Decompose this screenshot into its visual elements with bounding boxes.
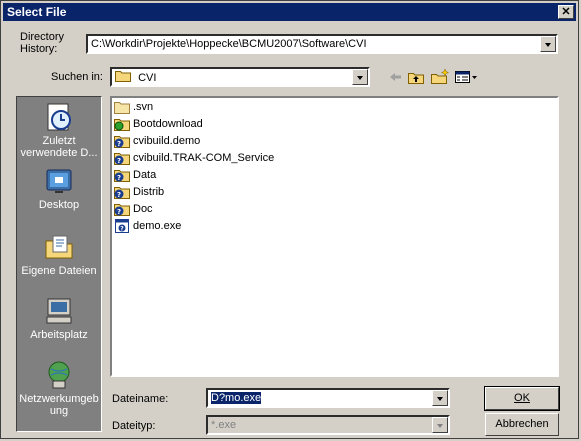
network-icon xyxy=(48,361,70,389)
filetype-value: *.exe xyxy=(211,419,237,431)
help-folder-icon: ? xyxy=(114,204,130,217)
place-my-documents[interactable]: Eigene Dateien xyxy=(17,231,101,277)
list-item[interactable]: ? Distrib xyxy=(114,184,164,200)
chevron-down-icon[interactable] xyxy=(352,69,368,85)
place-label-network: Netzwerkumgebung xyxy=(19,393,99,417)
directory-history-combo[interactable]: C:\Workdir\Projekte\Hoppecke\BCMU2007\So… xyxy=(86,34,558,54)
svg-text:?: ? xyxy=(120,226,124,233)
new-folder-icon xyxy=(431,68,450,84)
history-label-line1: Directory xyxy=(20,31,65,43)
special-folder-icon xyxy=(114,119,130,132)
desktop-icon xyxy=(46,169,72,193)
ok-button[interactable]: OK xyxy=(484,386,560,411)
file-name: .svn xyxy=(133,101,154,113)
view-menu-icon xyxy=(455,71,477,83)
place-label-my-documents: Eigene Dateien xyxy=(21,265,97,277)
lookin-label: Suchen in: xyxy=(51,71,103,83)
svg-text:?: ? xyxy=(117,191,121,199)
filename-input[interactable]: D?mo.exe xyxy=(206,388,450,408)
help-file-icon: ? xyxy=(115,219,129,234)
file-name: Doc xyxy=(133,203,153,215)
file-list[interactable]: .svn Bootdownload ? cvibuild.demo ? cvibui… xyxy=(110,96,559,377)
list-item[interactable]: .svn xyxy=(114,99,153,115)
chevron-down-icon[interactable] xyxy=(540,36,556,52)
list-item[interactable]: ? Doc xyxy=(114,201,153,217)
chevron-down-icon[interactable] xyxy=(432,390,448,406)
svg-text:?: ? xyxy=(117,208,121,216)
filename-value: D?mo.exe xyxy=(211,392,262,404)
folder-icon xyxy=(115,69,131,85)
title-bar[interactable]: Select File ✕ xyxy=(3,3,576,21)
up-one-level-button[interactable] xyxy=(405,67,427,87)
file-name: demo.exe xyxy=(133,220,182,232)
my-documents-icon xyxy=(45,235,73,259)
my-computer-icon xyxy=(46,298,72,324)
folder-icon xyxy=(114,102,130,115)
window-title: Select File xyxy=(7,5,67,19)
lookin-combo[interactable]: CVI xyxy=(110,67,370,87)
filename-label: Dateiname: xyxy=(112,393,169,405)
place-label-recent: Zuletzt verwendete D... xyxy=(20,135,98,159)
file-name: Data xyxy=(133,169,157,181)
place-label-my-computer: Arbeitsplatz xyxy=(30,329,88,341)
recent-icon xyxy=(47,103,71,131)
list-item[interactable]: ? cvibuild.TRAK-COM_Service xyxy=(114,150,274,166)
directory-history-value: C:\Workdir\Projekte\Hoppecke\BCMU2007\So… xyxy=(91,38,367,50)
cancel-button[interactable]: Abbrechen xyxy=(485,413,559,436)
new-folder-button[interactable] xyxy=(429,67,451,87)
place-recent[interactable]: Zuletzt verwendete D... xyxy=(17,101,101,159)
list-item[interactable]: ? cvibuild.demo xyxy=(114,133,200,149)
select-file-dialog: Select File ✕ Directory History: C:\Work… xyxy=(0,0,579,439)
lookin-value: CVI xyxy=(138,71,157,84)
place-desktop[interactable]: Desktop xyxy=(17,165,101,211)
place-network[interactable]: Netzwerkumgebung xyxy=(17,359,101,417)
file-name: Distrib xyxy=(133,186,165,198)
history-label-line2: History: xyxy=(20,43,58,55)
filetype-select[interactable]: *.exe xyxy=(206,415,450,435)
folder-up-icon xyxy=(408,73,424,84)
file-name: Bootdownload xyxy=(133,118,203,130)
help-folder-icon: ? xyxy=(114,136,130,149)
list-item[interactable]: ? Data xyxy=(114,167,156,183)
svg-text:?: ? xyxy=(117,157,121,165)
place-my-computer[interactable]: Arbeitsplatz xyxy=(17,295,101,341)
cancel-label: Abbrechen xyxy=(495,418,549,430)
list-item[interactable]: Bootdownload xyxy=(114,116,203,132)
svg-text:?: ? xyxy=(117,174,121,182)
help-folder-icon: ? xyxy=(114,187,130,200)
close-icon: ✕ xyxy=(561,6,571,18)
view-menu-button[interactable] xyxy=(453,67,479,87)
file-name: cvibuild.TRAK-COM_Service xyxy=(133,152,275,164)
help-folder-icon: ? xyxy=(114,153,130,166)
ok-label: OK xyxy=(514,392,530,404)
help-folder-icon: ? xyxy=(114,170,130,183)
places-bar: Zuletzt verwendete D... Desktop Eigene D… xyxy=(16,96,102,432)
place-label-desktop: Desktop xyxy=(38,199,80,211)
close-button[interactable]: ✕ xyxy=(558,5,574,19)
back-button[interactable] xyxy=(384,67,406,87)
filetype-label: Dateityp: xyxy=(112,420,156,432)
back-arrow-icon xyxy=(390,73,401,81)
list-item[interactable]: ? demo.exe xyxy=(114,218,181,234)
svg-text:?: ? xyxy=(117,140,121,148)
chevron-down-icon[interactable] xyxy=(432,417,448,433)
file-name: cvibuild.demo xyxy=(133,135,201,147)
directory-history-label: Directory History: xyxy=(20,31,64,55)
